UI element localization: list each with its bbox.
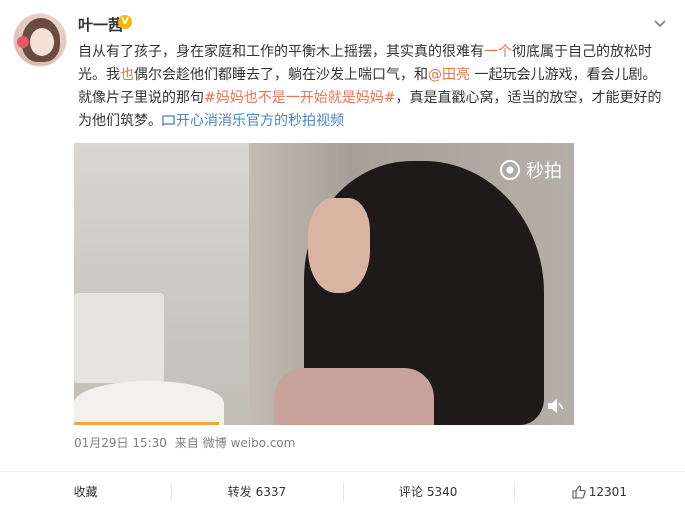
verified-badge-icon: V xyxy=(118,15,132,29)
post-text-segment: 自从有了孩子，身在家庭和工作的平衡木上摇摆，其实真的很难有 xyxy=(78,44,484,60)
post-text: 自从有了孩子，身在家庭和工作的平衡木上摇摆，其实真的很难有一个彻底属于自己的放松… xyxy=(78,41,668,133)
favorite-label: 收藏 xyxy=(73,485,98,499)
avatar[interactable] xyxy=(13,13,67,67)
post-timestamp[interactable]: 01月29日 15:30 xyxy=(74,436,167,450)
repost-count: 6337 xyxy=(255,484,287,499)
like-count: 12301 xyxy=(588,484,627,499)
miaopai-watermark: 秒拍 xyxy=(498,157,562,183)
thumbs-up-icon xyxy=(572,484,586,499)
chevron-down-icon[interactable] xyxy=(653,16,667,30)
hashtag-link[interactable]: #妈妈也不是一开始就是妈妈# xyxy=(204,90,395,106)
comment-count: 5340 xyxy=(426,484,458,499)
weibo-post-card: 叶一茜 V 自从有了孩子，身在家庭和工作的平衡木上摇摆，其实真的很难有一个彻底属… xyxy=(0,0,685,511)
mute-icon[interactable] xyxy=(546,397,564,415)
post-source[interactable]: 微博 weibo.com xyxy=(203,436,296,450)
video-link-icon xyxy=(162,115,175,126)
action-bar: 收藏 转发 6337 评论 5340 12301 xyxy=(0,471,685,511)
video-progress-bar[interactable] xyxy=(74,422,219,425)
username[interactable]: 叶一茜 xyxy=(78,14,123,35)
video-source-link[interactable]: 开心消消乐官方的秒拍视频 xyxy=(162,113,344,129)
repost-label: 转发 xyxy=(227,485,252,499)
comment-label: 评论 xyxy=(398,485,423,499)
post-text-segment: 偶尔会趁他们都睡去了，躺在沙发上喘口气，和 xyxy=(134,67,428,83)
video-player[interactable]: 秒拍 xyxy=(74,143,574,425)
favorite-button[interactable]: 收藏 xyxy=(0,472,171,511)
like-button[interactable]: 12301 xyxy=(513,472,685,511)
miaopai-label: 秒拍 xyxy=(526,161,562,182)
mention-link[interactable]: @田亮 xyxy=(428,67,470,83)
miaopai-logo-icon xyxy=(500,160,520,180)
video-source-label: 开心消消乐官方的秒拍视频 xyxy=(176,113,344,129)
comment-button[interactable]: 评论 5340 xyxy=(342,472,514,511)
post-text-highlight: 一个 xyxy=(484,44,512,60)
repost-button[interactable]: 转发 6337 xyxy=(171,472,342,511)
post-meta: 01月29日 15:30 来自 微博 weibo.com xyxy=(74,434,299,451)
post-text-highlight: 也 xyxy=(120,67,134,83)
from-label: 来自 xyxy=(174,436,199,450)
